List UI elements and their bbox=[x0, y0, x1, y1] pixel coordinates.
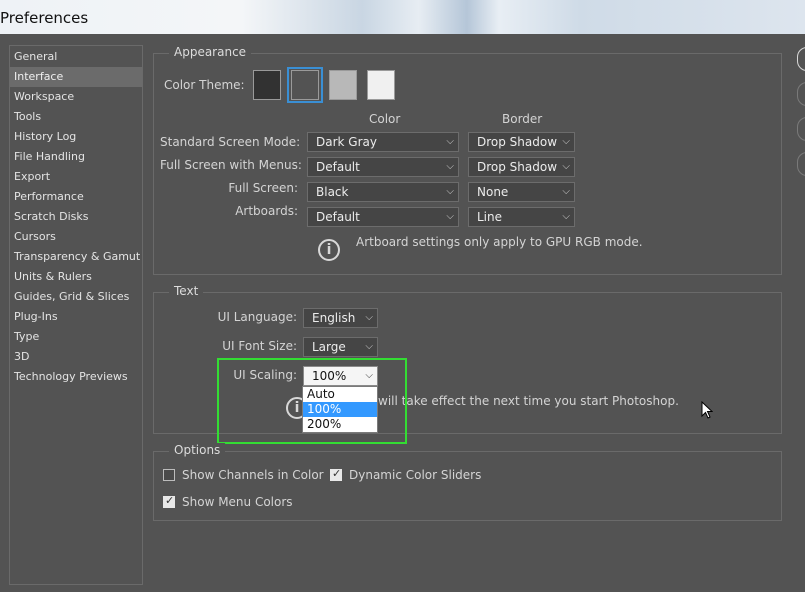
dropdown-value: English bbox=[312, 311, 356, 325]
nav-item-export[interactable]: Export bbox=[10, 167, 142, 187]
full-screen-border-dropdown[interactable]: None ⌵ bbox=[468, 182, 575, 202]
title-bar: Preferences bbox=[0, 0, 805, 34]
theme-swatch-darkest[interactable] bbox=[253, 70, 281, 100]
prev-button[interactable] bbox=[797, 117, 805, 141]
show-menu-colors-label[interactable]: Show Menu Colors bbox=[182, 495, 293, 509]
ui-language-label: UI Language: bbox=[217, 310, 297, 324]
restart-info-text: will take effect the next time you start… bbox=[378, 394, 679, 408]
column-header-border: Border bbox=[502, 112, 543, 126]
nav-item-file-handling[interactable]: File Handling bbox=[10, 147, 142, 167]
chevron-down-icon: ⌵ bbox=[446, 161, 454, 172]
nav-item-general[interactable]: General bbox=[10, 47, 142, 67]
chevron-down-icon: ⌵ bbox=[562, 161, 570, 172]
ok-button[interactable] bbox=[797, 47, 805, 71]
standard-screen-border-dropdown[interactable]: Drop Shadow ⌵ bbox=[468, 132, 575, 152]
nav-item-guides-grid-slices[interactable]: Guides, Grid & Slices bbox=[10, 287, 142, 307]
appearance-title: Appearance bbox=[169, 45, 252, 59]
full-screen-label: Full Screen: bbox=[228, 181, 298, 195]
artboards-border-dropdown[interactable]: Line ⌵ bbox=[468, 207, 575, 227]
nav-item-transparency-gamut[interactable]: Transparency & Gamut bbox=[10, 247, 142, 267]
info-icon: i bbox=[318, 239, 340, 261]
dropdown-value: Large bbox=[312, 340, 346, 354]
nav-item-performance[interactable]: Performance bbox=[10, 187, 142, 207]
dropdown-value: Line bbox=[477, 210, 503, 224]
nav-item-plug-ins[interactable]: Plug-Ins bbox=[10, 307, 142, 327]
full-screen-menus-color-dropdown[interactable]: Default ⌵ bbox=[307, 157, 459, 177]
options-title: Options bbox=[169, 443, 226, 457]
chevron-down-icon: ⌵ bbox=[446, 136, 454, 147]
cancel-button[interactable] bbox=[797, 82, 805, 106]
nav-item-technology-previews[interactable]: Technology Previews bbox=[10, 367, 142, 387]
dropdown-value: Drop Shadow bbox=[477, 160, 558, 174]
nav-item-history-log[interactable]: History Log bbox=[10, 127, 142, 147]
column-header-color: Color bbox=[369, 112, 401, 126]
artboards-label: Artboards: bbox=[235, 204, 298, 218]
ui-font-size-dropdown[interactable]: Large ⌵ bbox=[303, 337, 378, 357]
full-screen-menus-border-dropdown[interactable]: Drop Shadow ⌵ bbox=[468, 157, 575, 177]
chevron-down-icon: ⌵ bbox=[446, 211, 454, 222]
standard-screen-mode-label: Standard Screen Mode: bbox=[160, 135, 301, 149]
options-group: Options bbox=[153, 443, 782, 521]
chevron-down-icon: ⌵ bbox=[562, 211, 570, 222]
dynamic-color-sliders-label[interactable]: Dynamic Color Sliders bbox=[349, 468, 481, 482]
color-theme-label: Color Theme: bbox=[164, 78, 245, 92]
ui-language-dropdown[interactable]: English ⌵ bbox=[303, 308, 378, 328]
nav-item-workspace[interactable]: Workspace bbox=[10, 87, 142, 107]
dynamic-color-sliders-checkbox[interactable] bbox=[330, 467, 342, 481]
preferences-nav: General Interface Workspace Tools Histor… bbox=[9, 45, 143, 585]
theme-swatch-dark[interactable] bbox=[291, 70, 319, 100]
dropdown-value: Black bbox=[316, 185, 349, 199]
nav-item-units-rulers[interactable]: Units & Rulers bbox=[10, 267, 142, 287]
theme-swatch-light[interactable] bbox=[367, 70, 395, 100]
artboards-color-dropdown[interactable]: Default ⌵ bbox=[307, 207, 459, 227]
text-group-title: Text bbox=[169, 284, 204, 298]
nav-item-scratch-disks[interactable]: Scratch Disks bbox=[10, 207, 142, 227]
next-button[interactable] bbox=[797, 152, 805, 176]
full-screen-menus-label: Full Screen with Menus: bbox=[160, 158, 302, 172]
nav-item-cursors[interactable]: Cursors bbox=[10, 227, 142, 247]
nav-item-type[interactable]: Type bbox=[10, 327, 142, 347]
dropdown-value: None bbox=[477, 185, 509, 199]
window-title: Preferences bbox=[0, 9, 89, 27]
nav-item-tools[interactable]: Tools bbox=[10, 107, 142, 127]
nav-item-3d[interactable]: 3D bbox=[10, 347, 142, 367]
chevron-down-icon: ⌵ bbox=[562, 136, 570, 147]
dropdown-value: Dark Gray bbox=[316, 135, 377, 149]
nav-item-interface[interactable]: Interface bbox=[10, 67, 142, 87]
show-menu-colors-checkbox[interactable] bbox=[163, 494, 175, 508]
show-channels-in-color-checkbox[interactable] bbox=[163, 469, 175, 481]
mouse-cursor-icon bbox=[701, 401, 713, 419]
dropdown-value: Default bbox=[316, 160, 360, 174]
dropdown-value: Default bbox=[316, 210, 360, 224]
artboard-info-text: Artboard settings only apply to GPU RGB … bbox=[356, 235, 643, 249]
standard-screen-color-dropdown[interactable]: Dark Gray ⌵ bbox=[307, 132, 459, 152]
chevron-down-icon: ⌵ bbox=[365, 341, 373, 352]
show-channels-in-color-label[interactable]: Show Channels in Color bbox=[182, 468, 324, 482]
dropdown-value: Drop Shadow bbox=[477, 135, 558, 149]
focus-highlight-box bbox=[217, 358, 407, 444]
full-screen-color-dropdown[interactable]: Black ⌵ bbox=[307, 182, 459, 202]
theme-swatch-medium[interactable] bbox=[329, 70, 357, 100]
chevron-down-icon: ⌵ bbox=[562, 186, 570, 197]
chevron-down-icon: ⌵ bbox=[446, 186, 454, 197]
chevron-down-icon: ⌵ bbox=[365, 312, 373, 323]
ui-font-size-label: UI Font Size: bbox=[222, 339, 297, 353]
